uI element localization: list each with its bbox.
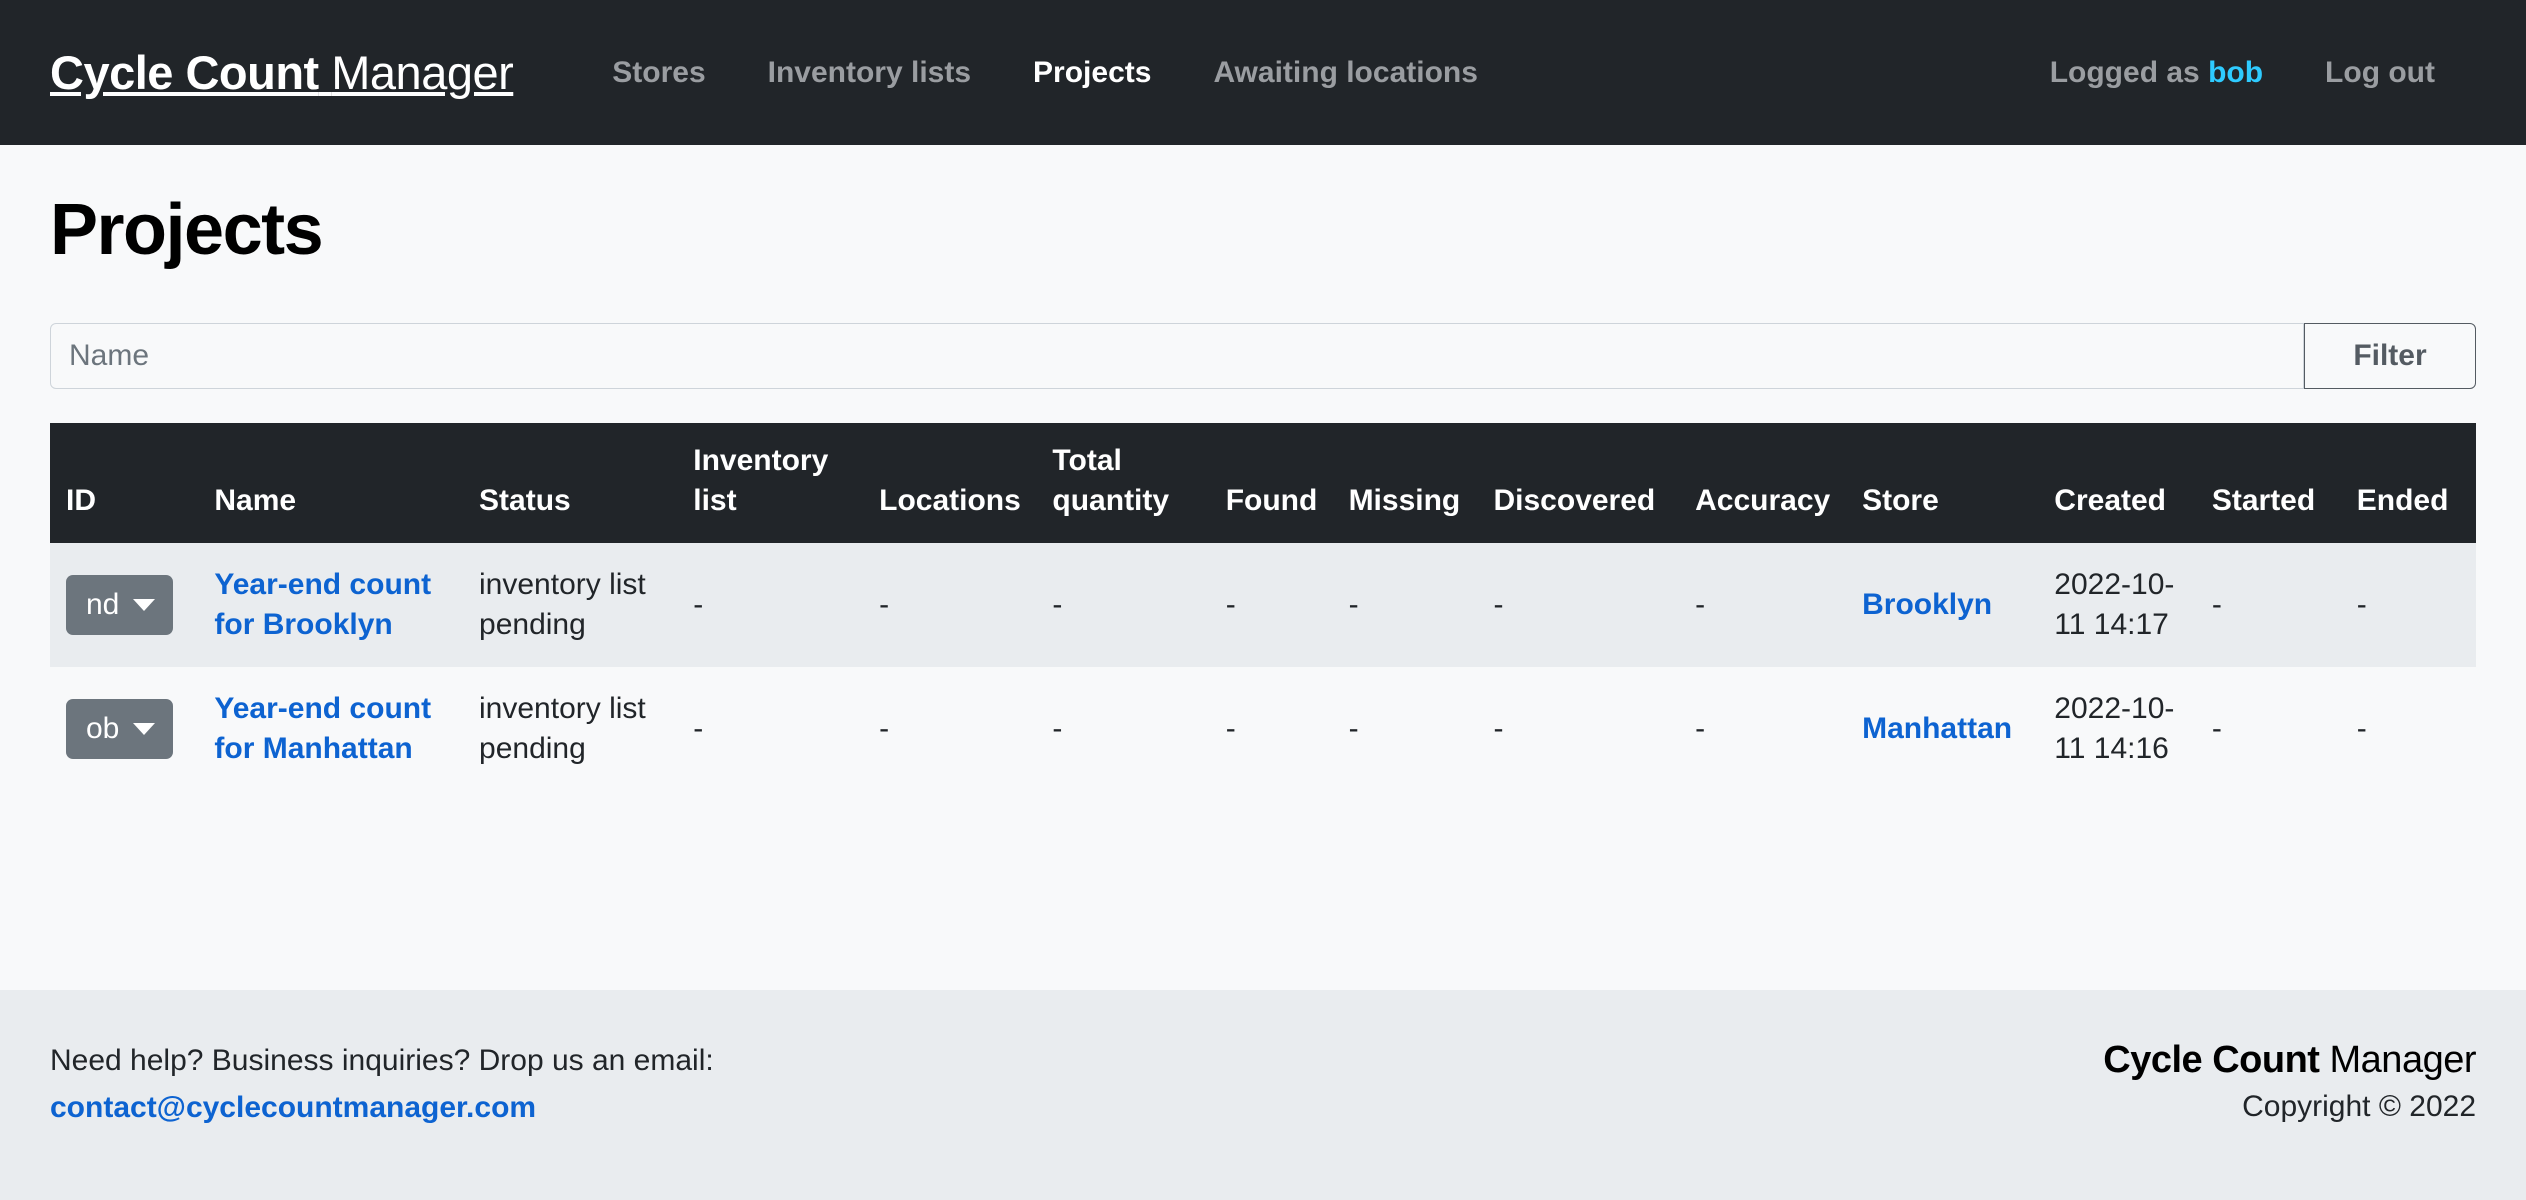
logged-as-prefix: Logged as [2049, 55, 2200, 89]
cell-missing: - [1348, 711, 1359, 745]
col-header-found: Found [1215, 423, 1339, 544]
cell-discovered: - [1493, 711, 1504, 745]
cell-accuracy: - [1695, 711, 1706, 745]
footer-brand-block: Cycle Count Manager Copyright © 2022 [2103, 1038, 2476, 1124]
footer-brand: Cycle Count Manager [2103, 1038, 2476, 1084]
filter-button[interactable]: Filter [2304, 323, 2476, 390]
col-header-id: ID [50, 423, 205, 544]
cell-store: Manhattan [1852, 667, 2044, 791]
project-name-link[interactable]: Year-end count for Brooklyn [214, 568, 431, 641]
main-content: Projects Filter ID Name Status In [0, 145, 2526, 990]
cell-locations: - [879, 588, 890, 622]
cell-started: - [2211, 588, 2222, 622]
col-header-accuracy: Accuracy [1685, 423, 1853, 544]
cell-name: Year-end count for Brooklyn [204, 543, 469, 667]
id-dropdown-button[interactable]: ob [66, 698, 174, 759]
cell-locations: - [879, 711, 890, 745]
footer-brand-bold-text: Cycle Count [2103, 1039, 2320, 1081]
table-head: ID Name Status Inventory list Locations … [50, 423, 2476, 544]
cell-name: Year-end count for Manhattan [204, 667, 469, 791]
col-header-status: Status [469, 423, 684, 544]
username-label: bob [2208, 55, 2264, 89]
col-header-started: Started [2201, 423, 2347, 544]
table-body: nd Year-end count for Brooklyn inventory… [50, 543, 2476, 791]
cell-created: 2022-10-11 14:17 [2054, 568, 2175, 642]
footer-help-text: Need help? Business inquiries? Drop us a… [50, 1044, 714, 1077]
col-header-ended: Ended [2346, 423, 2476, 544]
id-badge-label: ob [86, 711, 120, 745]
id-dropdown-button[interactable]: nd [66, 575, 174, 636]
col-header-discovered: Discovered [1483, 423, 1686, 544]
cell-status: inventory list pending [479, 568, 646, 642]
footer-brand-light-text: Manager [2329, 1039, 2477, 1081]
page-footer: Need help? Business inquiries? Drop us a… [0, 990, 2526, 1200]
cell-total-quantity: - [1052, 588, 1063, 622]
chevron-down-icon [133, 599, 156, 612]
chevron-down-icon [133, 722, 156, 735]
cell-missing: - [1348, 588, 1359, 622]
projects-table-container: ID Name Status Inventory list Locations … [50, 423, 2476, 791]
cell-status: inventory list pending [479, 691, 646, 765]
cell-found: - [1225, 588, 1236, 622]
col-header-created: Created [2044, 423, 2202, 544]
col-header-total-quantity: Total quantity [1042, 423, 1216, 544]
brand-light-text: Manager [331, 46, 514, 99]
nav-right-group: Logged as bob Log out [2019, 56, 2476, 90]
cell-ended: - [2356, 711, 2367, 745]
cell-started: - [2211, 711, 2222, 745]
nav-item-stores[interactable]: Stores [581, 56, 736, 90]
brand-bold-text: Cycle Count [50, 46, 319, 99]
cell-inventory-list: - [693, 588, 704, 622]
cell-id: nd [50, 543, 204, 667]
store-link[interactable]: Brooklyn [1862, 588, 1992, 621]
cell-inventory-list: - [693, 711, 704, 745]
cell-accuracy: - [1695, 588, 1706, 622]
filter-bar: Filter [50, 323, 2476, 390]
page-title: Projects [50, 190, 324, 270]
store-link[interactable]: Manhattan [1862, 712, 2012, 745]
table-row: ob Year-end count for Manhattan inventor… [50, 666, 2476, 791]
project-name-link[interactable]: Year-end count for Manhattan [214, 692, 431, 765]
footer-contact-block: Need help? Business inquiries? Drop us a… [50, 1038, 714, 1131]
brand-logo[interactable]: Cycle Count Manager [50, 45, 514, 100]
nav-item-inventory-lists[interactable]: Inventory lists [737, 56, 1002, 90]
cell-id: ob [50, 667, 204, 791]
table-row: nd Year-end count for Brooklyn inventory… [50, 543, 2476, 667]
col-header-inventory-list: Inventory list [683, 423, 870, 544]
cell-store: Brooklyn [1852, 543, 2044, 667]
cell-created: 2022-10-11 14:16 [2054, 691, 2175, 765]
logout-link[interactable]: Log out [2294, 56, 2466, 90]
projects-table: ID Name Status Inventory list Locations … [50, 423, 2476, 791]
cell-discovered: - [1493, 588, 1504, 622]
cell-ended: - [2356, 588, 2367, 622]
table-header-row: ID Name Status Inventory list Locations … [50, 423, 2476, 544]
footer-copyright: Copyright © 2022 [2242, 1089, 2476, 1123]
app-page: Cycle Count Manager Stores Inventory lis… [0, 0, 2526, 1200]
footer-email-link[interactable]: contact@cyclecountmanager.com [50, 1085, 536, 1132]
col-header-name: Name [204, 423, 470, 544]
id-badge-label: nd [86, 588, 120, 622]
col-header-missing: Missing [1338, 423, 1484, 544]
cell-total-quantity: - [1052, 711, 1063, 745]
name-filter-input[interactable] [50, 323, 2304, 390]
nav-links: Stores Inventory lists Projects Awaiting… [581, 56, 1509, 90]
cell-found: - [1225, 711, 1236, 745]
top-navbar: Cycle Count Manager Stores Inventory lis… [0, 0, 2526, 145]
col-header-locations: Locations [869, 423, 1043, 544]
nav-item-awaiting-locations[interactable]: Awaiting locations [1182, 56, 1508, 90]
nav-item-projects[interactable]: Projects [1002, 56, 1182, 90]
col-header-store: Store [1852, 423, 2045, 544]
logged-as-label: Logged as bob [2019, 56, 2294, 90]
